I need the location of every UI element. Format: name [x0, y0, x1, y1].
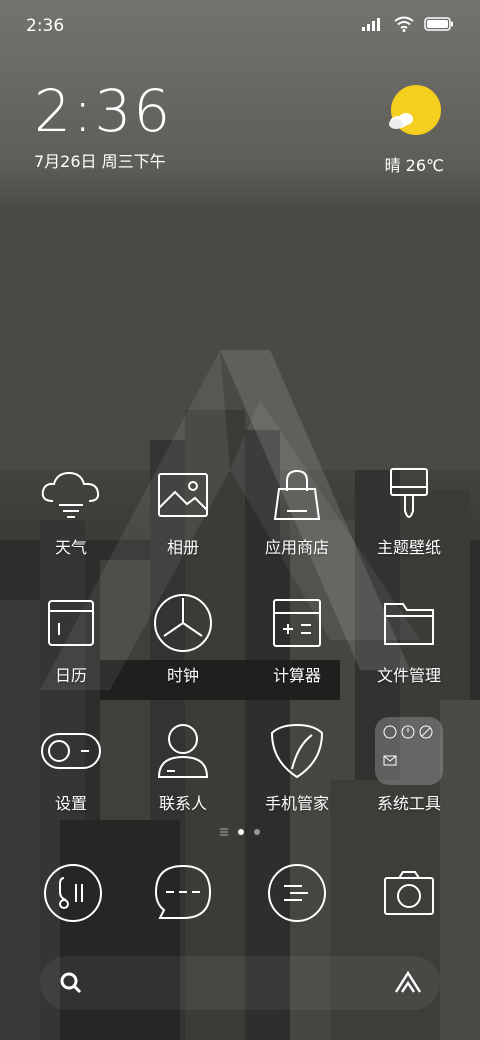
paint-brush-icon [390, 468, 428, 518]
app-label: 天气 [54, 538, 87, 557]
person-icon [157, 724, 209, 778]
app-label: 相册 [166, 538, 199, 557]
app-settings[interactable]: 设置 [16, 716, 126, 814]
dock-messages[interactable] [150, 860, 216, 926]
calendar-icon [48, 600, 94, 646]
app-calculator[interactable]: 计算器 [242, 588, 352, 686]
weather-widget[interactable]: 晴 26℃ [385, 84, 444, 176]
app-label: 时钟 [166, 666, 199, 685]
search-bar[interactable] [40, 956, 440, 1010]
app-weather[interactable]: 天气 [16, 460, 126, 558]
clock-icon [154, 594, 212, 652]
phone-icon [44, 864, 102, 922]
status-time: 2:36 [26, 16, 65, 36]
status-bar: 2:36 [0, 0, 480, 50]
signal-icon [362, 18, 380, 31]
dock-camera[interactable] [376, 860, 442, 926]
assistant-button[interactable] [394, 970, 422, 1000]
app-label: 手机管家 [264, 794, 329, 813]
app-themes[interactable]: 主题壁纸 [354, 460, 464, 558]
toggle-icon [41, 733, 101, 769]
app-security[interactable]: 手机管家 [242, 716, 352, 814]
dock [0, 860, 480, 930]
app-label: 文件管理 [376, 666, 441, 685]
battery-icon [424, 17, 453, 31]
app-contacts[interactable]: 联系人 [128, 716, 238, 814]
app-label: 计算器 [272, 666, 321, 685]
folder-icon [384, 603, 434, 645]
app-gallery[interactable]: 相册 [128, 460, 238, 558]
app-clock[interactable]: 时钟 [128, 588, 238, 686]
shopping-bag-icon [273, 469, 321, 520]
page-indicator[interactable] [0, 828, 480, 836]
shield-icon [270, 723, 324, 779]
app-label: 联系人 [158, 794, 207, 813]
page-dot [254, 829, 260, 835]
app-label: 日历 [54, 666, 87, 685]
page-dot-active [238, 829, 244, 835]
folder-group-icon [375, 717, 443, 785]
calculator-icon [273, 599, 321, 647]
cloud-icon [41, 471, 100, 518]
app-label: 主题壁纸 [376, 538, 441, 557]
app-label: 系统工具 [376, 794, 441, 813]
app-file-manager[interactable]: 文件管理 [354, 588, 464, 686]
app-store[interactable]: 应用商店 [242, 460, 352, 558]
search-icon [60, 972, 82, 994]
gallery-icon [158, 473, 208, 517]
clock-time: 2:36 [34, 77, 173, 145]
assistant-icon [394, 970, 422, 993]
search-button[interactable] [58, 970, 84, 1000]
list-icon [220, 828, 228, 836]
app-label: 设置 [54, 794, 87, 813]
clock-date: 7月26日 周三下午 [34, 152, 166, 171]
browser-icon [268, 864, 326, 922]
camera-icon [384, 871, 434, 915]
app-folder-system-tools[interactable]: 系统工具 [354, 716, 464, 814]
sun-cloud-icon [389, 85, 442, 135]
clock-widget[interactable]: 2:36 7月26日 周三下午 [34, 82, 172, 172]
dock-phone[interactable] [40, 860, 106, 926]
dock-browser[interactable] [264, 860, 330, 926]
app-calendar[interactable]: 日历 [16, 588, 126, 686]
app-label: 应用商店 [264, 538, 329, 557]
wifi-icon [394, 16, 414, 32]
weather-summary: 晴 26℃ [384, 156, 444, 175]
status-icons [362, 16, 454, 32]
message-icon [154, 864, 212, 919]
